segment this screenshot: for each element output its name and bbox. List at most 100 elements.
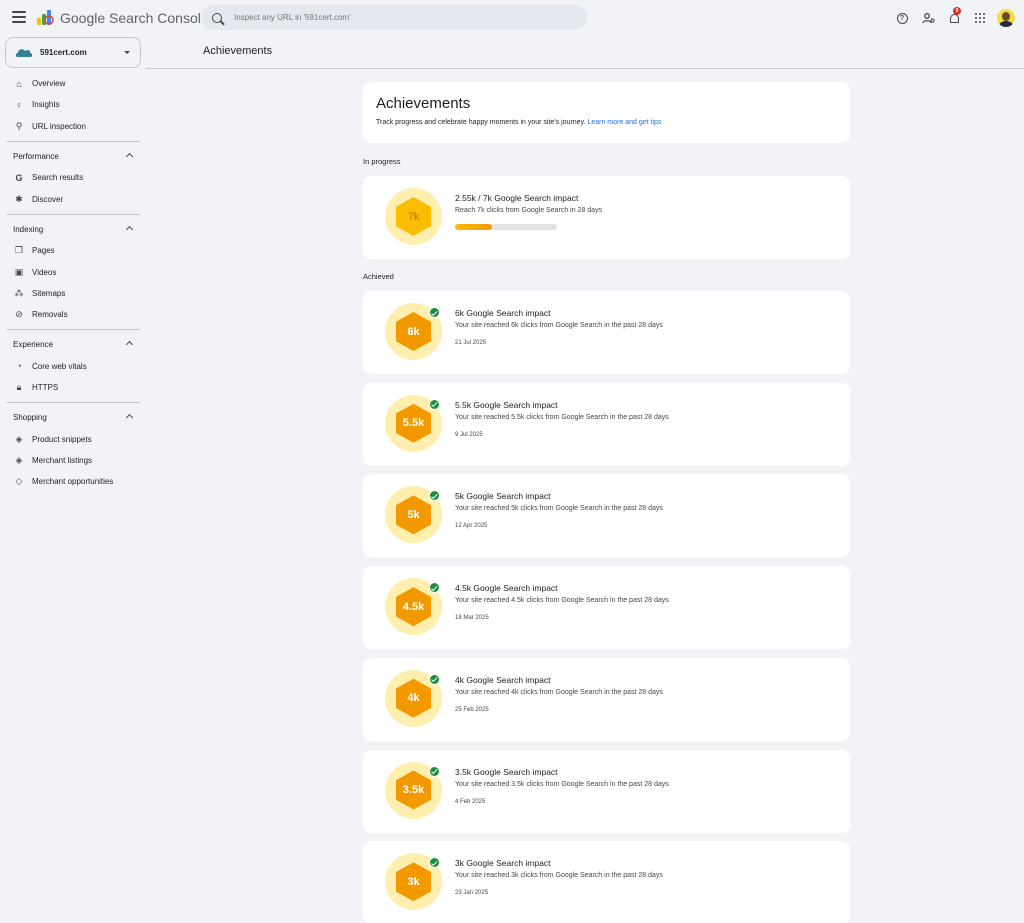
users-settings-icon (921, 12, 935, 23)
sidebar-item-label: Search results (32, 173, 84, 183)
sidebar-item-merchant-listings[interactable]: ◈ Merchant listings (0, 450, 146, 471)
badge-hexagon: 3.5k (396, 770, 431, 810)
url-inspect-input[interactable] (234, 13, 554, 22)
achievement-description: Your site reached 6k clicks from Google … (455, 322, 663, 329)
apps-grid-icon (974, 12, 986, 24)
search-icon: ⚲ (15, 120, 23, 131)
sidebar-item-label: Insights (32, 100, 60, 110)
achievement-title: 5.5k Google Search impact (455, 399, 558, 410)
top-actions: ? 9 (889, 7, 1015, 29)
check-icon (429, 307, 440, 318)
sitemap-icon: ⁂ (14, 287, 24, 298)
check-icon (429, 857, 440, 869)
lightbulb-icon: ♀ (15, 99, 23, 110)
achievement-description: Your site reached 4.5k clicks from Googl… (455, 597, 669, 605)
achievement-card[interactable]: 3.5k 3.5k Google Search impact Your site r… (363, 749, 850, 833)
section-header-experience[interactable]: Experience (0, 334, 146, 355)
check-icon (429, 765, 440, 777)
url-inspect-search-bar[interactable] (201, 5, 587, 30)
sidebar-item-label: Merchant listings (32, 455, 93, 465)
sidebar-item-overview[interactable]: ⌂ Overview (0, 73, 146, 94)
achievement-badge: 4k (385, 669, 442, 727)
in-progress-card[interactable]: 7k 2.55k / 7k Google Search impact Reach… (363, 176, 850, 259)
chevron-up-icon (125, 225, 134, 233)
property-selector[interactable]: 591cert.com (5, 37, 141, 68)
achievement-card[interactable]: 4k 4k Google Search impact Your site reach… (363, 657, 850, 741)
sidebar-item-label: URL inspection (32, 121, 86, 131)
asterisk-icon: ✱ (15, 193, 23, 204)
sidebar-item-merchant-opportunities[interactable]: ◇ Merchant opportunities (0, 471, 146, 492)
sidebar-item-label: HTTPS (32, 383, 59, 392)
progress-bar (455, 224, 557, 230)
gauge-icon: ◔ (16, 361, 22, 372)
users-button[interactable] (915, 7, 941, 29)
section-header-performance[interactable]: Performance (0, 146, 146, 167)
sidebar-item-insights[interactable]: ♀ Insights (0, 94, 146, 115)
achievement-card[interactable]: 5.5k 5.5k Google Search impact Your site r… (363, 382, 850, 466)
section-title: Indexing (13, 224, 44, 234)
divider (6, 402, 140, 404)
badge-hexagon: 4k (396, 678, 431, 718)
sidebar-item-videos[interactable]: ▣ Videos (0, 261, 146, 282)
achievement-card[interactable]: 4.5k 4.5k Google Search impact Your site r… (363, 566, 850, 650)
achievement-date: 23 Jan 2025 (455, 890, 489, 897)
achievement-badge: 4.5k (385, 578, 442, 636)
achievement-date: 12 Apr 2025 (455, 523, 488, 530)
achievement-badge: 5k (385, 486, 442, 544)
section-title: Experience (13, 340, 54, 350)
sidebar-item-sitemaps[interactable]: ⁂ Sitemaps (0, 283, 146, 304)
page-title: Achievements (203, 45, 273, 57)
help-button[interactable]: ? (889, 7, 915, 29)
achievement-date: 9 Jul 2025 (455, 431, 483, 438)
layers-icon: ◈ (15, 454, 23, 465)
search-icon (212, 12, 222, 23)
layers-icon: ◈ (15, 433, 23, 444)
achievement-title: 3k Google Search impact (455, 858, 551, 869)
top-bar: Google Search Console ? 9 (0, 0, 1024, 36)
section-header-indexing[interactable]: Indexing (0, 219, 146, 240)
section-header-shopping[interactable]: Shopping (0, 407, 146, 428)
sidebar-item-https[interactable]: 🔒︎ HTTPS (0, 377, 146, 398)
sidebar-item-url-inspection[interactable]: ⚲ URL inspection (0, 116, 146, 137)
achievement-card[interactable]: 3k 3k Google Search impact Your site reach… (363, 841, 850, 923)
chevron-up-icon (125, 152, 134, 160)
logo[interactable]: Google Search Console (37, 9, 209, 26)
sidebar-item-label: Pages (32, 246, 55, 256)
video-icon: ▣ (14, 266, 24, 277)
achievement-badge: 6k (385, 303, 442, 360)
intro-description: Track progress and celebrate happy momen… (376, 119, 586, 126)
sidebar-item-label: Merchant opportunities (32, 477, 114, 487)
achievement-title: 6k Google Search impact (455, 308, 551, 318)
tag-icon: ◇ (15, 476, 23, 487)
in-progress-label: In progress (363, 157, 401, 166)
learn-more-link[interactable]: Learn more and get tips (587, 119, 661, 126)
sidebar-item-pages[interactable]: ❐ Pages (0, 240, 146, 261)
achievement-card[interactable]: 5k 5k Google Search impact Your site reach… (363, 474, 850, 558)
sidebar-item-core-web-vitals[interactable]: ◔ Core web vitals (0, 356, 146, 377)
account-avatar[interactable] (997, 9, 1015, 27)
section-title: Shopping (13, 413, 47, 423)
chevron-up-icon (125, 341, 134, 349)
divider (6, 329, 140, 331)
sidebar-item-removals[interactable]: ⊘ Removals (0, 304, 146, 325)
badge-hexagon: 5.5k (396, 403, 431, 443)
main-menu-icon[interactable] (12, 11, 26, 23)
achievement-badge: 5.5k (385, 394, 442, 452)
badge-hexagon: 6k (396, 312, 431, 351)
apps-button[interactable] (967, 7, 993, 29)
badge-hexagon: 4.5k (396, 587, 431, 627)
sidebar-item-product-snippets[interactable]: ◈ Product snippets (0, 428, 146, 449)
sidebar-item-label: Removals (32, 310, 68, 320)
sidebar-item-search-results[interactable]: G Search results (0, 167, 146, 188)
notifications-button[interactable]: 9 (941, 7, 967, 29)
pages-icon: ❐ (14, 245, 24, 256)
achievement-card[interactable]: 6k 6k Google Search impact Your site reach… (363, 291, 850, 374)
sidebar-item-discover[interactable]: ✱ Discover (0, 188, 146, 209)
eye-off-icon: ⊘ (15, 309, 23, 320)
achievement-description: Your site reached 5k clicks from Google … (455, 505, 663, 513)
lock-icon: 🔒︎ (16, 382, 22, 392)
achievement-date: 18 Mar 2025 (455, 615, 489, 622)
achievement-badge: 3.5k (385, 761, 442, 819)
sidebar-item-label: Discover (32, 194, 64, 204)
check-icon (429, 398, 440, 410)
